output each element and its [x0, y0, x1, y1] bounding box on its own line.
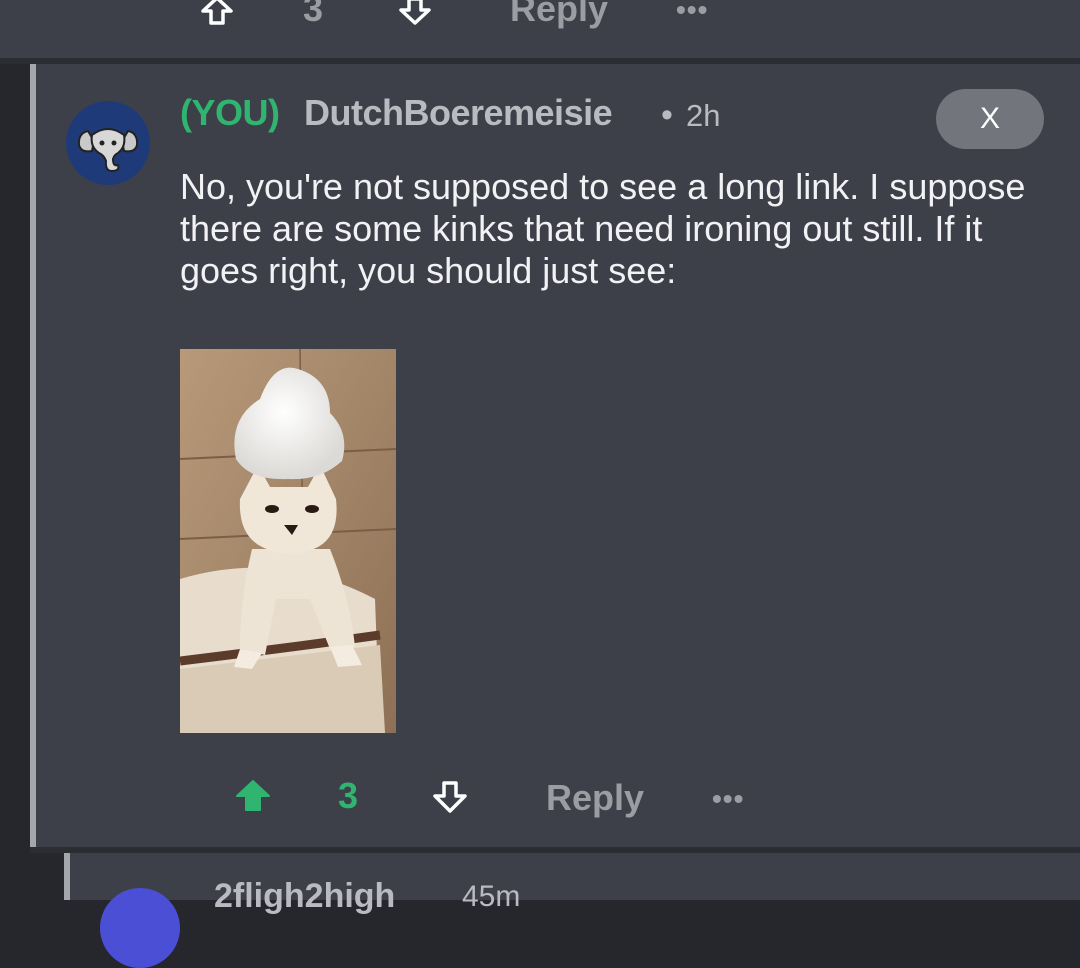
- next-avatar[interactable]: [100, 888, 180, 968]
- separator-dot: •: [661, 96, 673, 134]
- upvote-filled-icon[interactable]: [234, 779, 272, 813]
- timestamp: 2h: [686, 98, 721, 133]
- next-username-link[interactable]: 2fligh2high: [214, 877, 395, 916]
- previous-more-options-button[interactable]: •••: [676, 0, 708, 26]
- elephant-icon: [77, 128, 139, 173]
- downvote-icon[interactable]: [432, 780, 468, 814]
- previous-comment-action-bar: 3 Reply •••: [0, 0, 1080, 58]
- avatar[interactable]: [66, 101, 150, 185]
- upvote-icon[interactable]: [200, 0, 234, 26]
- previous-reply-button[interactable]: Reply: [510, 0, 608, 30]
- you-tag: (YOU): [180, 92, 280, 133]
- thread-line[interactable]: [64, 853, 70, 900]
- vote-count: 3: [338, 775, 359, 816]
- close-button[interactable]: X: [936, 89, 1044, 149]
- more-options-button[interactable]: •••: [712, 783, 744, 815]
- comment-body: No, you're not supposed to see a long li…: [180, 166, 1026, 291]
- previous-vote-count: 3: [303, 0, 324, 29]
- username-link[interactable]: DutchBoeremeisie: [304, 92, 613, 134]
- next-timestamp: 45m: [462, 880, 521, 913]
- left-rail: [0, 64, 30, 900]
- reply-button[interactable]: Reply: [546, 777, 644, 819]
- downvote-icon[interactable]: [398, 0, 432, 26]
- dog-gif-image[interactable]: [180, 349, 396, 733]
- thread-line[interactable]: [30, 64, 36, 853]
